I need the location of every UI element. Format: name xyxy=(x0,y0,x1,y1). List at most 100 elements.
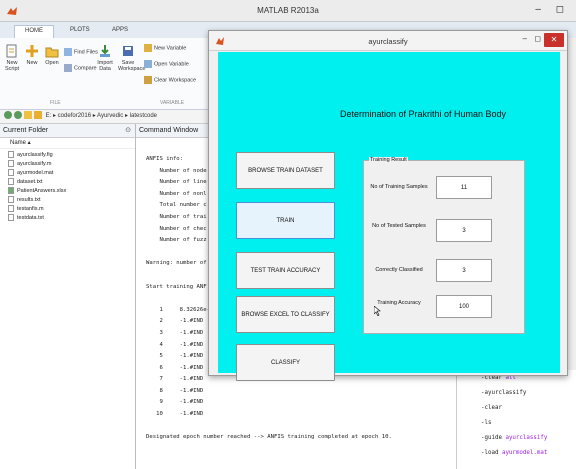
forward-icon[interactable] xyxy=(14,111,22,120)
maximize-icon[interactable]: ◻ xyxy=(534,34,541,43)
text-file-icon xyxy=(8,214,14,222)
matlab-title-bar: MATLAB R2013a – ◻ xyxy=(0,0,576,22)
file-name: ayurclassify.m xyxy=(17,161,52,167)
command-output-line: 10 -1.#IND xyxy=(146,411,204,418)
close-icon[interactable]: ✕ xyxy=(544,33,564,47)
address-bar[interactable]: E: ▸ codefor2016 ▸ Ayurvedic ▸ latestcod… xyxy=(0,110,210,124)
new-button[interactable]: New xyxy=(24,44,40,66)
browse-excel-to-classify-button[interactable]: BROWSE EXCEL TO CLASSIFY xyxy=(236,296,335,333)
ayurclassify-window: ayurclassify – ◻ ✕ Determination of Prak… xyxy=(208,30,568,381)
import-data-button[interactable]: Import Data xyxy=(96,44,114,72)
find-files-label: Find Files xyxy=(74,49,98,56)
open-button[interactable]: Open xyxy=(44,44,60,66)
find-files-button[interactable]: Find Files xyxy=(64,48,98,56)
command-window-title: Command Window xyxy=(139,127,199,134)
text-file-icon xyxy=(8,178,14,186)
tested-samples-label: No of Tested Samples xyxy=(372,223,426,229)
folder-icon xyxy=(45,47,59,58)
ribbon-group-variable: VARIABLE xyxy=(160,100,185,106)
correctly-classified-value: 3 xyxy=(436,259,492,282)
compare-icon xyxy=(64,64,72,72)
matlab-window-title: MATLAB R2013a xyxy=(257,6,319,15)
history-argument: ayurmodel.mat xyxy=(501,450,548,456)
train-button[interactable]: TRAIN xyxy=(236,202,335,239)
list-item[interactable]: dataset.txt xyxy=(0,178,135,187)
classify-button[interactable]: CLASSIFY xyxy=(236,344,335,381)
mat-file-icon xyxy=(8,169,14,177)
current-path: E: ▸ codefor2016 ▸ Ayurvedic ▸ latestcod… xyxy=(45,113,157,119)
list-item[interactable]: testanfis.m xyxy=(0,205,135,214)
command-output-line: 8 -1.#IND xyxy=(146,387,204,394)
history-command: ls xyxy=(484,420,492,426)
training-result-panel: Training Result No of Training Samples 1… xyxy=(363,157,525,334)
tab-apps[interactable]: APPS xyxy=(102,25,138,38)
current-folder-header: Current Folder ⊙ xyxy=(0,124,135,138)
file-name: testdata.txt xyxy=(17,215,44,221)
clear-workspace-button[interactable]: Clear Workspace xyxy=(144,76,196,84)
m-file-icon xyxy=(8,160,14,168)
file-name: results.txt xyxy=(17,197,41,203)
tab-plots[interactable]: PLOTS xyxy=(60,25,100,38)
save-workspace-label: Save Workspace xyxy=(118,60,146,72)
file-name: ayurclassify.fig xyxy=(17,152,53,158)
list-item[interactable]: PatientAnswers.xlsx xyxy=(0,187,135,196)
figure-heading: Determination of Prakrithi of Human Body xyxy=(339,109,507,119)
name-column-header[interactable]: Name ▴ xyxy=(0,138,135,149)
new-variable-button[interactable]: New Variable xyxy=(144,44,186,52)
import-data-icon xyxy=(100,45,110,57)
back-icon[interactable] xyxy=(4,111,12,120)
history-item[interactable]: -load ayurmodel.mat xyxy=(481,450,547,456)
import-data-label: Import Data xyxy=(97,60,113,72)
m-file-icon xyxy=(8,205,14,213)
test-train-accuracy-button[interactable]: TEST TRAIN ACCURACY xyxy=(236,252,335,289)
open-label: Open xyxy=(45,60,59,66)
panel-menu-icon[interactable]: ⊙ xyxy=(125,124,131,138)
file-list: ayurclassify.fig ayurclassify.m ayurmode… xyxy=(0,149,135,223)
new-icon xyxy=(26,45,38,57)
file-name: PatientAnswers.xlsx xyxy=(17,188,67,194)
command-output-line: Designated epoch number reached --> ANFI… xyxy=(146,434,392,441)
compare-button[interactable]: Compare xyxy=(64,64,97,72)
new-script-button[interactable]: New Script xyxy=(4,44,20,72)
history-item[interactable]: -guide ayurclassify xyxy=(481,435,547,441)
list-item[interactable]: ayurclassify.fig xyxy=(0,151,135,160)
training-result-title: Training Result xyxy=(369,157,408,163)
command-output-line: 9 -1.#IND xyxy=(146,399,204,406)
list-item[interactable]: results.txt xyxy=(0,196,135,205)
browse-folder-icon[interactable] xyxy=(34,111,42,120)
history-command: load xyxy=(484,450,502,456)
list-item[interactable]: testdata.txt xyxy=(0,214,135,223)
open-variable-button[interactable]: Open Variable xyxy=(144,60,189,68)
save-icon xyxy=(123,46,133,56)
command-history-panel: -clear all -ayurclassify -clear -ls -guide a… xyxy=(456,370,576,469)
training-accuracy-value: 100 xyxy=(436,295,492,318)
find-files-icon xyxy=(64,48,72,56)
compare-label: Compare xyxy=(74,65,97,72)
history-item[interactable]: -ls xyxy=(481,420,491,426)
save-workspace-button[interactable]: Save Workspace xyxy=(118,44,145,72)
history-item[interactable]: -ayurclassify xyxy=(481,390,526,396)
minimize-icon[interactable]: – xyxy=(523,34,527,43)
list-item[interactable]: ayurmodel.mat xyxy=(0,169,135,178)
new-script-label: New Script xyxy=(4,60,20,72)
history-argument: ayurclassify xyxy=(505,435,548,441)
browse-train-dataset-button[interactable]: BROWSE TRAIN DATASET xyxy=(236,152,335,189)
new-script-icon xyxy=(6,44,17,58)
file-name: dataset.txt xyxy=(17,179,43,185)
history-item[interactable]: -clear xyxy=(481,405,502,411)
matlab-window-controls[interactable]: – ◻ xyxy=(535,4,570,15)
history-command: ayurclassify xyxy=(484,390,527,396)
history-command: clear xyxy=(484,405,502,411)
correctly-classified-label: Correctly Classified xyxy=(375,267,423,273)
open-variable-icon xyxy=(144,60,152,68)
tab-home[interactable]: HOME xyxy=(14,25,54,38)
clear-workspace-icon xyxy=(144,76,152,84)
figure-title-bar: ayurclassify – ◻ ✕ xyxy=(209,31,567,51)
list-item[interactable]: ayurclassify.m xyxy=(0,160,135,169)
figure-window-title: ayurclassify xyxy=(368,37,408,46)
history-command: guide xyxy=(484,435,506,441)
ribbon: New Script New Open Find Files Compare I… xyxy=(0,38,210,110)
command-output-line xyxy=(146,421,392,433)
new-label: New xyxy=(26,60,38,66)
up-folder-icon[interactable] xyxy=(24,111,32,120)
